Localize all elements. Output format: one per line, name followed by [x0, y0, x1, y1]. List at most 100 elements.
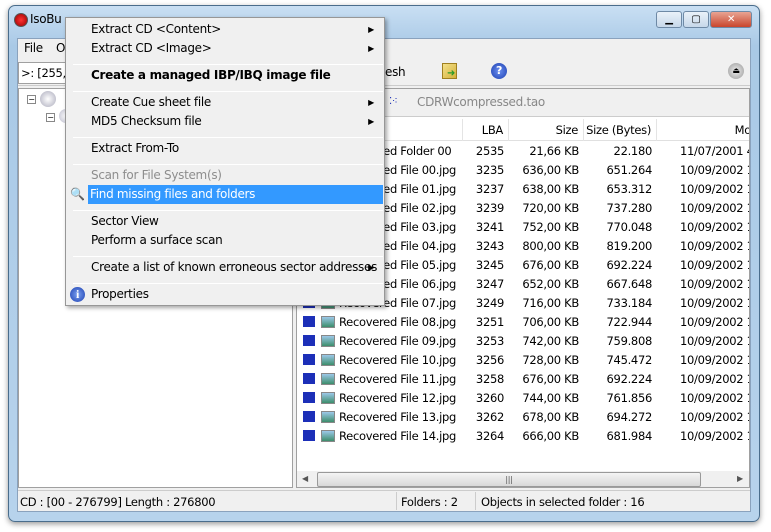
bytes-cell: 667.648 — [606, 277, 653, 291]
close-button[interactable]: ✕ — [710, 11, 752, 28]
menu-item[interactable]: Create a managed IBP/IBQ image file — [68, 66, 382, 85]
menu-o[interactable]: O — [56, 41, 65, 55]
status-objects: Objects in selected folder : 16 — [481, 495, 645, 509]
maximize-button[interactable]: ▢ — [683, 11, 709, 28]
column-header-lba[interactable]: LBA — [463, 119, 509, 141]
menu-file[interactable]: File — [24, 41, 43, 55]
recovered-item-icon — [303, 430, 315, 441]
export-icon[interactable]: ➜ — [442, 63, 457, 79]
menu-item[interactable]: Extract From-To — [68, 139, 382, 158]
file-name: Recovered File 11.jpg — [339, 372, 456, 386]
lba-cell: 3245 — [475, 258, 504, 272]
file-name: Recovered File 12.jpg — [339, 391, 456, 405]
table-row[interactable]: Recovered File 11.jpg 3258 676,00 KB 692… — [297, 370, 749, 389]
scroll-left-icon[interactable]: ◀ — [302, 474, 308, 483]
lba-cell: 3243 — [475, 239, 504, 253]
size-cell: 676,00 KB — [522, 372, 579, 386]
menu-separator — [73, 64, 383, 65]
file-name: Recovered File 10.jpg — [339, 353, 456, 367]
bytes-cell: 745.472 — [606, 353, 653, 367]
modified-cell: 10/09/2002 15 — [680, 258, 749, 272]
table-row[interactable]: Recovered File 12.jpg 3260 744,00 KB 761… — [297, 389, 749, 408]
modified-cell: 10/09/2002 17 — [680, 334, 749, 348]
bytes-cell: 651.264 — [606, 163, 653, 177]
column-header-size-bytes[interactable]: Size (Bytes) — [584, 119, 657, 141]
size-cell: 800,00 KB — [522, 239, 579, 253]
bytes-cell: 759.808 — [606, 334, 653, 348]
menu-item-label: Scan for File System(s) — [91, 168, 222, 182]
modified-cell: 10/09/2002 14 — [680, 201, 749, 215]
menu-item[interactable]: MD5 Checksum file ▶ — [68, 112, 382, 131]
submenu-arrow-icon: ▶ — [368, 263, 374, 272]
file-name: Recovered File 08.jpg — [339, 315, 456, 329]
size-cell: 676,00 KB — [522, 258, 579, 272]
menu-item[interactable]: Sector View — [68, 212, 382, 231]
status-bar: CD : [00 - 276799] Length : 276800 Folde… — [18, 490, 750, 510]
file-name: Recovered File 13.jpg — [339, 410, 456, 424]
menu-item[interactable]: Extract CD <Content> ▶ — [68, 20, 382, 39]
size-cell: 716,00 KB — [522, 296, 579, 310]
size-cell: 706,00 KB — [522, 315, 579, 329]
table-row[interactable]: Recovered File 14.jpg 3264 666,00 KB 681… — [297, 427, 749, 446]
modified-cell: 10/09/2002 17 — [680, 315, 749, 329]
horizontal-scrollbar[interactable]: ◀ ||| ▶ — [297, 471, 749, 487]
refresh-button[interactable]: esh — [385, 65, 406, 79]
submenu-arrow-icon: ▶ — [368, 25, 374, 34]
submenu-arrow-icon: ▶ — [368, 44, 374, 53]
magnifier-icon: 🔍 — [70, 187, 85, 201]
submenu-arrow-icon: ▶ — [368, 117, 374, 126]
table-row[interactable]: Recovered File 13.jpg 3262 678,00 KB 694… — [297, 408, 749, 427]
collapse-icon[interactable]: − — [27, 95, 36, 104]
modified-cell: 11/07/2001 4 — [680, 144, 750, 158]
lba-cell: 3249 — [475, 296, 504, 310]
modified-cell: 10/09/2002 14 — [680, 163, 749, 177]
menu-item-label: Sector View — [91, 214, 159, 228]
column-header-size[interactable]: Size — [509, 119, 584, 141]
lba-cell: 3262 — [475, 410, 504, 424]
menu-item-label: Extract From-To — [91, 141, 179, 155]
menu-item-label: Extract CD <Content> — [91, 22, 222, 36]
column-header-modified[interactable]: Mo — [657, 119, 749, 141]
bytes-cell: 653.312 — [606, 182, 653, 196]
menu-item-label: Create a list of known erroneous sector … — [91, 260, 378, 274]
image-file-icon — [321, 373, 335, 385]
minimize-button[interactable]: ▁ — [656, 11, 682, 28]
scroll-right-icon[interactable]: ▶ — [737, 474, 743, 483]
modified-cell: 10/09/2002 14 — [680, 220, 749, 234]
menu-item[interactable]: Properties — [68, 285, 382, 304]
eject-icon[interactable]: ⏏ — [728, 63, 744, 79]
size-cell: 666,00 KB — [522, 429, 579, 443]
menu-separator — [73, 137, 383, 138]
bytes-cell: 761.856 — [606, 391, 653, 405]
menu-separator — [73, 283, 383, 284]
menu-item-label: Extract CD <Image> — [91, 41, 212, 55]
menu-item-label: Perform a surface scan — [91, 233, 223, 247]
table-row[interactable]: Recovered File 09.jpg 3253 742,00 KB 759… — [297, 332, 749, 351]
size-cell: 21,66 KB — [529, 144, 579, 158]
size-cell: 742,00 KB — [522, 334, 579, 348]
lba-cell: 3251 — [475, 315, 504, 329]
menu-item: Scan for File System(s) — [68, 166, 382, 185]
table-row[interactable]: Recovered File 08.jpg 3251 706,00 KB 722… — [297, 313, 749, 332]
modified-cell: 10/09/2002 14 — [680, 239, 749, 253]
menu-item[interactable]: Create Cue sheet file ▶ — [68, 93, 382, 112]
menu-item[interactable]: Perform a surface scan — [68, 231, 382, 250]
recovered-item-icon — [303, 354, 315, 365]
help-icon[interactable]: ? — [491, 63, 507, 79]
image-file-icon — [321, 354, 335, 366]
bytes-cell: 770.048 — [606, 220, 653, 234]
modified-cell: 10/09/2002 19 — [680, 410, 749, 424]
menu-item[interactable]: Extract CD <Image> ▶ — [68, 39, 382, 58]
lba-cell: 3253 — [475, 334, 504, 348]
menu-item[interactable]: Find missing files and folders — [88, 185, 383, 204]
scrollbar-thumb[interactable]: ||| — [317, 472, 701, 487]
modified-cell: 10/09/2002 16 — [680, 277, 749, 291]
cd-drive-icon — [40, 91, 56, 107]
table-row[interactable]: Recovered File 10.jpg 3256 728,00 KB 745… — [297, 351, 749, 370]
menu-separator — [73, 256, 383, 257]
lba-cell: 3258 — [475, 372, 504, 386]
bytes-cell: 22.180 — [613, 144, 653, 158]
menu-item[interactable]: Create a list of known erroneous sector … — [68, 258, 382, 277]
lba-cell: 3260 — [475, 391, 504, 405]
collapse-icon[interactable]: − — [46, 113, 55, 122]
